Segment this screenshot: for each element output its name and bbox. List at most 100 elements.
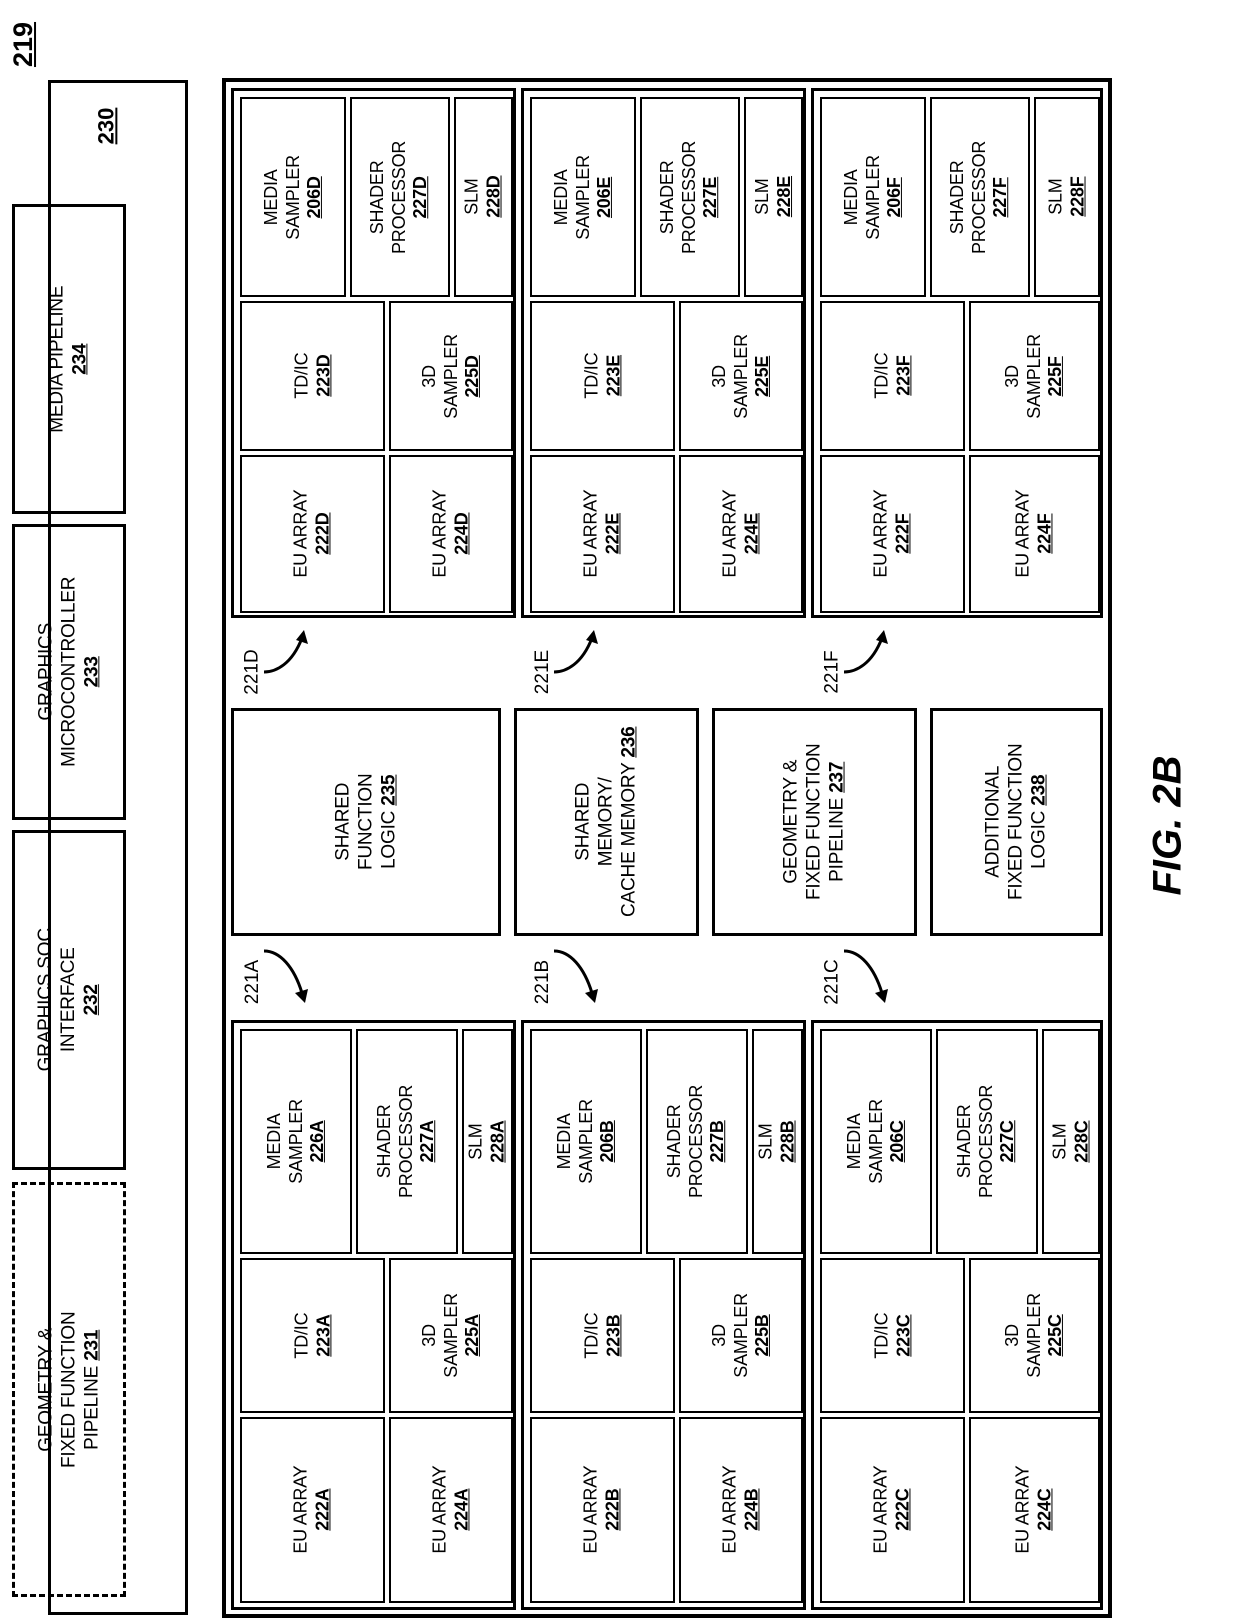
eu-array-224D[interactable]: EU ARRAY 224D: [389, 455, 513, 613]
label-line-1: GRAPHICS SOC: [35, 928, 57, 1072]
reference-number: 225D: [461, 354, 482, 398]
block-media-pipeline-234[interactable]: MEDIA PIPELINE 234: [12, 204, 126, 514]
reference-number: 225A: [461, 1314, 482, 1357]
cell-label: SHADER PROCESSOR 227E: [658, 140, 723, 253]
label-line-2: SAMPLER: [575, 1099, 596, 1184]
eu-array-224C[interactable]: EU ARRAY 224C: [969, 1417, 1100, 1603]
subslice-221D[interactable]: MEDIA SAMPLER 206D SHADER PROCESSOR 227D…: [231, 88, 516, 618]
cell-label: SHADER PROCESSOR 227C: [955, 1085, 1020, 1198]
cell-label: 3D SAMPLER 225E: [709, 334, 774, 419]
slm-228F[interactable]: SLM 228F: [1034, 97, 1100, 297]
shader-processor-227B[interactable]: SHADER PROCESSOR 227B: [646, 1029, 748, 1254]
common-logic-reference-label: 230: [93, 107, 118, 145]
block-label-231: GEOMETRY & FIXED FUNCTION PIPELINE 231: [34, 1311, 104, 1468]
shader-processor-227F[interactable]: SHADER PROCESSOR 227F: [930, 97, 1030, 297]
td-ic-223C[interactable]: TD/IC 223C: [820, 1258, 965, 1413]
eu-array-222D[interactable]: EU ARRAY 222D: [240, 455, 385, 613]
cell-label: EU ARRAY 224E: [719, 490, 762, 578]
block-graphics-microcontroller-233[interactable]: GRAPHICS MICROCONTROLLER 233: [12, 524, 126, 820]
label-line-1: MEDIA: [263, 1113, 284, 1170]
eu-array-222C[interactable]: EU ARRAY 222C: [820, 1417, 965, 1603]
label-line-1: MEDIA: [840, 168, 861, 226]
cell-label: EU ARRAY 224A: [429, 1466, 472, 1554]
subslice-221F[interactable]: MEDIA SAMPLER 206F SHADER PROCESSOR 227F…: [811, 88, 1103, 618]
slm-228C[interactable]: SLM 228C: [1042, 1029, 1100, 1254]
label-line-2: MICROCONTROLLER: [58, 576, 80, 768]
callout-text: 221C: [822, 959, 844, 1005]
cell-label: EU ARRAY 222D: [291, 490, 334, 578]
media-sampler-206B[interactable]: MEDIA SAMPLER 206B: [530, 1029, 642, 1254]
reference-number: 224C: [1034, 1488, 1055, 1532]
td-ic-223E[interactable]: TD/IC 223E: [530, 301, 675, 451]
slm-228B[interactable]: SLM 228B: [752, 1029, 803, 1254]
eu-array-224F[interactable]: EU ARRAY 224F: [969, 455, 1100, 613]
label-line-1: EU ARRAY: [719, 1465, 740, 1555]
3d-sampler-225A[interactable]: 3D SAMPLER 225A: [389, 1258, 513, 1413]
td-ic-223D[interactable]: TD/IC 223D: [240, 301, 385, 451]
cell-label: EU ARRAY 222B: [581, 1466, 624, 1554]
cell-label: EU ARRAY 224B: [719, 1466, 762, 1554]
label-line-1: GEOMETRY &: [35, 1327, 57, 1452]
label-line-1: SHADER: [664, 1104, 685, 1179]
td-ic-223B[interactable]: TD/IC 223B: [530, 1258, 675, 1413]
shader-processor-227A[interactable]: SHADER PROCESSOR 227A: [356, 1029, 458, 1254]
block-geometry-fixed-function-pipeline-237[interactable]: GEOMETRY & FIXED FUNCTION PIPELINE 237: [712, 708, 917, 936]
td-ic-223A[interactable]: TD/IC 223A: [240, 1258, 385, 1413]
block-label-232: GRAPHICS SOC INTERFACE 232: [34, 928, 104, 1071]
media-sampler-226A[interactable]: MEDIA SAMPLER 226A: [240, 1029, 352, 1254]
subslice-221A[interactable]: MEDIA SAMPLER 226A SHADER PROCESSOR 227A…: [231, 1020, 516, 1610]
label-line-1: GRAPHICS: [35, 623, 57, 721]
3d-sampler-225C[interactable]: 3D SAMPLER 225C: [969, 1258, 1100, 1413]
subslice-221B[interactable]: MEDIA SAMPLER 206B SHADER PROCESSOR 227B…: [521, 1020, 806, 1610]
cell-label: 3D SAMPLER 225A: [419, 1293, 484, 1378]
label-line-1: EU ARRAY: [1012, 489, 1033, 579]
eu-array-222E[interactable]: EU ARRAY 222E: [530, 455, 675, 613]
3d-sampler-225E[interactable]: 3D SAMPLER 225E: [679, 301, 803, 451]
common-logic-reference-number: 230: [78, 96, 134, 156]
label-line-1: SLM: [465, 1123, 486, 1160]
3d-sampler-225F[interactable]: 3D SAMPLER 225F: [969, 301, 1100, 451]
label-line-2: SAMPLER: [862, 154, 883, 240]
eu-array-224B[interactable]: EU ARRAY 224B: [679, 1417, 803, 1603]
subslice-221C[interactable]: MEDIA SAMPLER 206C SHADER PROCESSOR 227C…: [811, 1020, 1103, 1610]
eu-array-224A[interactable]: EU ARRAY 224A: [389, 1417, 513, 1603]
shader-processor-227E[interactable]: SHADER PROCESSOR 227E: [640, 97, 740, 297]
reference-number: 223F: [892, 355, 913, 397]
reference-number: 225C: [1045, 1314, 1066, 1357]
block-shared-function-logic-235[interactable]: SHARED FUNCTION LOGIC 235: [231, 708, 501, 936]
shader-processor-227D[interactable]: SHADER PROCESSOR 227D: [350, 97, 450, 297]
media-sampler-206F[interactable]: MEDIA SAMPLER 206F: [820, 97, 926, 297]
subslice-221E[interactable]: MEDIA SAMPLER 206E SHADER PROCESSOR 227E…: [521, 88, 806, 618]
cell-label: MEDIA SAMPLER 226A: [264, 1099, 329, 1184]
slm-228E[interactable]: SLM 228E: [744, 97, 803, 297]
reference-number: 228F: [1066, 176, 1087, 218]
eu-array-222F[interactable]: EU ARRAY 222F: [820, 455, 965, 613]
td-ic-223F[interactable]: TD/IC 223F: [820, 301, 965, 451]
label-line-2: FIXED FUNCTION: [1005, 743, 1027, 901]
callout-label-221B: 221B: [526, 942, 560, 1022]
slm-228A[interactable]: SLM 228A: [462, 1029, 513, 1254]
cell-label: SHADER PROCESSOR 227F: [948, 140, 1013, 253]
slm-228D[interactable]: SLM 228D: [454, 97, 513, 297]
block-shared-memory-cache-memory-236[interactable]: SHARED MEMORY/ CACHE MEMORY 236: [514, 708, 699, 936]
block-geometry-fixed-function-pipeline-231[interactable]: GEOMETRY & FIXED FUNCTION PIPELINE 231: [12, 1182, 126, 1597]
block-graphics-soc-interface-232[interactable]: GRAPHICS SOC INTERFACE 232: [12, 830, 126, 1170]
figure-caption-label: FIG. 2B: [1145, 754, 1190, 896]
3d-sampler-225D[interactable]: 3D SAMPLER 225D: [389, 301, 513, 451]
eu-array-224E[interactable]: EU ARRAY 224E: [679, 455, 803, 613]
reference-number: 228A: [487, 1120, 508, 1163]
shader-processor-227C[interactable]: SHADER PROCESSOR 227C: [936, 1029, 1038, 1254]
label-line-1: SHARED: [332, 783, 354, 861]
label-line-1: ADDITIONAL: [982, 765, 1004, 879]
media-sampler-206D[interactable]: MEDIA SAMPLER 206D: [240, 97, 346, 297]
label-line-2: SAMPLER: [1023, 333, 1044, 419]
label-line-1: EU ARRAY: [290, 489, 311, 579]
label-line-1: TD/IC: [870, 353, 891, 399]
reference-number: 222C: [892, 1488, 913, 1532]
media-sampler-206E[interactable]: MEDIA SAMPLER 206E: [530, 97, 636, 297]
eu-array-222A[interactable]: EU ARRAY 222A: [240, 1417, 385, 1603]
block-additional-fixed-function-logic-238[interactable]: ADDITIONAL FIXED FUNCTION LOGIC 238: [930, 708, 1103, 936]
eu-array-222B[interactable]: EU ARRAY 222B: [530, 1417, 675, 1603]
3d-sampler-225B[interactable]: 3D SAMPLER 225B: [679, 1258, 803, 1413]
media-sampler-206C[interactable]: MEDIA SAMPLER 206C: [820, 1029, 932, 1254]
